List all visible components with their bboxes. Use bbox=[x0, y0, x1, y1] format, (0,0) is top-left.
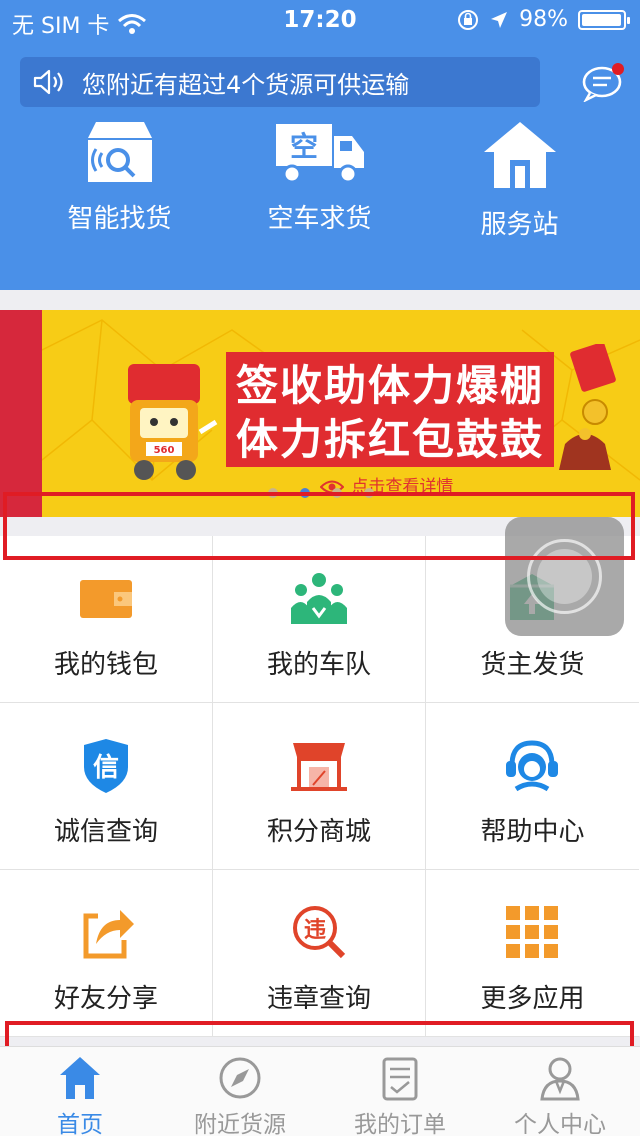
promo-banner[interactable]: 560 签收助体力爆棚 体力拆红包鼓鼓 点击查看详情 bbox=[0, 310, 640, 517]
grid-item-help-center[interactable]: 帮助中心 bbox=[426, 703, 639, 870]
mascot-badge: 560 bbox=[154, 445, 175, 456]
banner-prev-slide-edge bbox=[0, 310, 42, 517]
grid-item-label: 违章查询 bbox=[266, 984, 371, 1014]
grid-item-label: 好友分享 bbox=[53, 984, 158, 1014]
tab-profile[interactable]: 个人中心 bbox=[480, 1047, 640, 1136]
grid-item-label: 积分商城 bbox=[266, 817, 371, 847]
mascot-truck-icon: 560 bbox=[128, 364, 218, 480]
share-icon bbox=[83, 910, 134, 959]
banner-headline-2: 体力拆红包鼓鼓 bbox=[226, 406, 555, 467]
violation-check-icon: 违 bbox=[293, 906, 346, 959]
grid-item-more-apps[interactable]: 更多应用 bbox=[426, 870, 639, 1037]
header: 无 SIM 卡 17:20 98% 您附近有超过4个货源可供运输 智能找货 空 … bbox=[0, 0, 640, 290]
wallet-icon bbox=[80, 580, 132, 618]
grid-item-points-mall[interactable]: 积分商城 bbox=[213, 703, 426, 870]
order-icon bbox=[382, 1057, 418, 1101]
status-bar: 无 SIM 卡 17:20 98% bbox=[0, 0, 640, 40]
quick-service-station[interactable]: 服务站 bbox=[413, 120, 626, 270]
violation-check-glyph: 违 bbox=[304, 917, 326, 943]
tab-home-label: 首页 bbox=[57, 1112, 103, 1136]
credit-check-icon: 信 bbox=[84, 739, 128, 793]
profile-icon bbox=[540, 1057, 580, 1101]
compass-icon bbox=[219, 1057, 261, 1099]
grid-item-wallet[interactable]: 我的钱包 bbox=[0, 536, 213, 703]
tab-my-orders[interactable]: 我的订单 bbox=[320, 1047, 480, 1136]
service-station-icon bbox=[483, 122, 556, 188]
tab-nearby-cargo-label: 附近货源 bbox=[194, 1112, 286, 1136]
quick-empty-truck[interactable]: 空 空车求货 bbox=[213, 120, 426, 270]
grid-item-share[interactable]: 好友分享 bbox=[0, 870, 213, 1037]
grid-item-label: 更多应用 bbox=[480, 984, 585, 1014]
highlight-box-top bbox=[3, 492, 635, 560]
tab-home[interactable]: 首页 bbox=[0, 1047, 160, 1136]
tab-profile-label: 个人中心 bbox=[514, 1112, 606, 1136]
battery-icon bbox=[578, 9, 630, 30]
grid-item-violation-check[interactable]: 违 违章查询 bbox=[213, 870, 426, 1037]
battery-percent: 98% bbox=[519, 7, 568, 32]
home-icon bbox=[60, 1057, 100, 1099]
message-icon[interactable] bbox=[580, 62, 626, 102]
grid-item-label: 我的车队 bbox=[266, 650, 371, 680]
quick-service-station-label: 服务站 bbox=[480, 210, 559, 240]
grid-item-team[interactable]: 我的车队 bbox=[213, 536, 426, 703]
quick-smart-find-label: 智能找货 bbox=[67, 204, 172, 234]
red-envelope-icon bbox=[559, 344, 616, 470]
grid-item-label: 我的钱包 bbox=[53, 650, 158, 680]
quick-empty-truck-label: 空车求货 bbox=[267, 204, 372, 234]
tab-my-orders-label: 我的订单 bbox=[354, 1112, 446, 1136]
empty-truck-icon: 空 bbox=[275, 124, 364, 184]
speaker-icon bbox=[33, 69, 63, 95]
credit-check-glyph: 信 bbox=[93, 753, 119, 783]
team-icon bbox=[291, 573, 347, 624]
notice-text: 您附近有超过4个货源可供运输 bbox=[82, 70, 410, 99]
grid-item-label: 诚信查询 bbox=[53, 817, 158, 847]
location-arrow-icon bbox=[491, 11, 508, 28]
more-apps-icon bbox=[506, 906, 558, 958]
empty-truck-glyph: 空 bbox=[289, 130, 317, 163]
grid-item-label: 货主发货 bbox=[480, 650, 585, 680]
grid-item-label: 帮助中心 bbox=[480, 817, 585, 847]
quick-smart-find[interactable]: 智能找货 bbox=[13, 120, 226, 270]
nearby-cargo-notice[interactable]: 您附近有超过4个货源可供运输 bbox=[20, 57, 540, 107]
points-mall-icon bbox=[291, 743, 347, 791]
smart-find-cargo-icon bbox=[87, 122, 152, 182]
tab-nearby-cargo[interactable]: 附近货源 bbox=[160, 1047, 320, 1136]
tab-bar: 首页 附近货源 我的订单 个人中心 bbox=[0, 1046, 640, 1136]
orientation-lock-icon bbox=[458, 9, 479, 30]
banner-headline-1: 签收助体力爆棚 bbox=[226, 352, 555, 413]
help-center-icon bbox=[506, 740, 558, 792]
grid-item-credit-check[interactable]: 信 诚信查询 bbox=[0, 703, 213, 870]
